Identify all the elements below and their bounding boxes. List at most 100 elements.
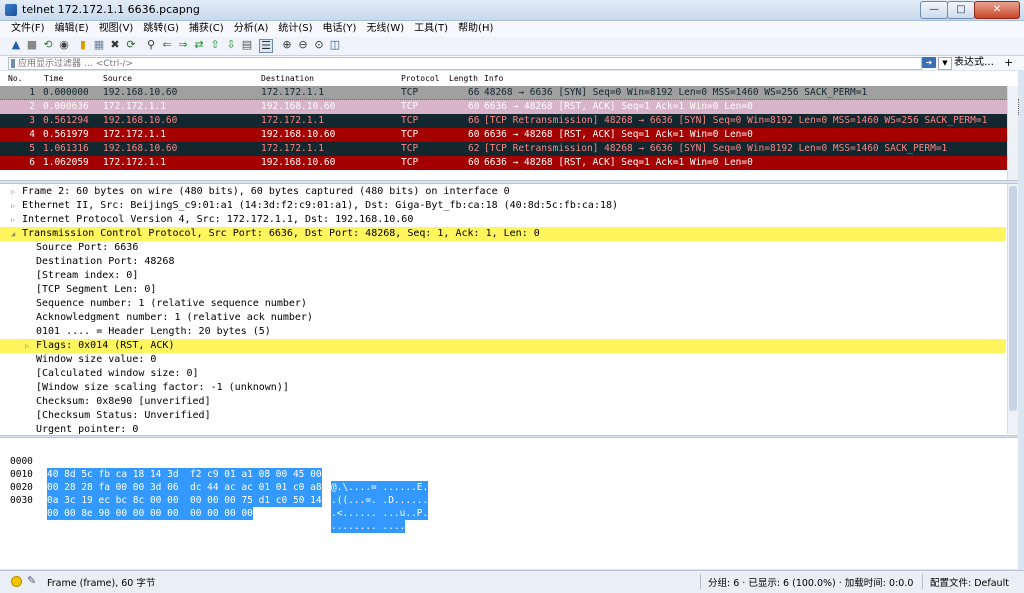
autoscroll-icon[interactable]: ▤ [241, 39, 253, 51]
menu-go[interactable]: 跳转(G) [138, 21, 184, 37]
column-header-destination[interactable]: Destination [261, 71, 314, 86]
menu-view[interactable]: 视图(V) [94, 21, 139, 37]
save-file-icon[interactable]: ▦ [93, 39, 105, 51]
menu-telephony[interactable]: 电话(Y) [318, 21, 362, 37]
minimize-button[interactable]: — [920, 1, 948, 19]
detail-row[interactable]: [Checksum Status: Unverified] [0, 409, 1006, 423]
menu-tools[interactable]: 工具(T) [409, 21, 453, 37]
packet-destination: 192.168.10.60 [261, 101, 336, 112]
go-back-icon[interactable]: ⇐ [161, 39, 173, 51]
detail-row[interactable]: Destination Port: 48268 [0, 255, 1006, 269]
detail-row[interactable]: ▷ Flags: 0x014 (RST, ACK) [0, 339, 1006, 353]
packet-list-scrollbar[interactable] [1007, 86, 1018, 180]
packet-row[interactable]: 2 0.000636 172.172.1.1 192.168.10.60 TCP… [0, 99, 1019, 115]
hex-offset: 0030 [10, 495, 33, 506]
detail-row[interactable]: Source Port: 6636 [0, 241, 1006, 255]
zoom-out-icon[interactable]: ⊖ [297, 39, 309, 51]
first-packet-icon[interactable]: ⇧ [209, 39, 221, 51]
hex-bytes[interactable]: 0a 3c 19 ec bc 8c 00 00 00 00 00 75 d1 c… [47, 494, 322, 507]
go-to-packet-icon[interactable]: ⇄ [193, 39, 205, 51]
menu-help[interactable]: 帮助(H) [453, 21, 498, 37]
capture-options-icon[interactable]: ◉ [58, 39, 70, 51]
detail-text: Frame 2: 60 bytes on wire (480 bits), 60… [22, 186, 510, 197]
close-file-icon[interactable]: ✖ [109, 39, 121, 51]
detail-row[interactable]: [TCP Segment Len: 0] [0, 283, 1006, 297]
expert-info-led-icon[interactable] [11, 576, 22, 587]
column-header-time[interactable]: Time [44, 71, 63, 86]
detail-row[interactable]: [Window size scaling factor: -1 (unknown… [0, 381, 1006, 395]
hex-ascii[interactable]: .((...=. .D...... [331, 494, 429, 507]
filter-expression-button[interactable]: 表达式… [954, 56, 994, 70]
display-filter-input[interactable] [18, 58, 908, 69]
detail-row[interactable]: [Stream index: 0] [0, 269, 1006, 283]
display-filter-bar: ➜ ▼ 表达式… + [0, 56, 1024, 70]
menu-wireless[interactable]: 无线(W) [361, 21, 409, 37]
expander-icon[interactable]: ▷ [25, 339, 29, 353]
expander-icon[interactable]: ▷ [11, 213, 15, 227]
maximize-button[interactable]: □ [947, 1, 975, 19]
hex-row: 0030 00 00 8e 90 00 00 00 00 00 00 00 00… [0, 481, 406, 533]
menu-statistics[interactable]: 统计(S) [273, 21, 317, 37]
reload-file-icon[interactable]: ⟳ [125, 39, 137, 51]
packet-row[interactable]: 1 0.000000 192.168.10.60 172.172.1.1 TCP… [0, 86, 1018, 100]
colorize-icon[interactable]: ☰ [259, 39, 273, 53]
menu-edit[interactable]: 编辑(E) [50, 21, 94, 37]
menu-capture[interactable]: 捕获(C) [184, 21, 229, 37]
hex-ascii[interactable]: ........ .... [331, 520, 406, 533]
hex-row: 0000 40 8d 5c fb ca 18 14 3d f2 c9 01 a1… [0, 442, 429, 494]
detail-row[interactable]: [Calculated window size: 0] [0, 367, 1006, 381]
detail-text: [Calculated window size: 0] [36, 368, 199, 379]
detail-row[interactable]: 0101 .... = Header Length: 20 bytes (5) [0, 325, 1006, 339]
stop-capture-icon[interactable]: ■ [26, 39, 38, 51]
menu-analyze[interactable]: 分析(A) [229, 21, 274, 37]
column-header-length[interactable]: Length [449, 71, 478, 86]
column-header-info[interactable]: Info [484, 71, 503, 86]
packet-row[interactable]: 3 0.561294 192.168.10.60 172.172.1.1 TCP… [0, 114, 1018, 128]
filter-history-chevron-down-icon[interactable]: ▼ [938, 57, 952, 70]
hex-ascii[interactable]: .<...... ...u..P. [331, 507, 429, 520]
open-file-icon[interactable]: ▮ [77, 39, 89, 51]
details-scroll-thumb[interactable] [1009, 186, 1017, 411]
hex-ascii[interactable]: @.\....= ......E. [331, 481, 429, 494]
apply-filter-arrow-icon[interactable]: ➜ [922, 57, 936, 68]
detail-row[interactable]: ◢ Transmission Control Protocol, Src Port… [0, 227, 1006, 241]
detail-row[interactable]: ▷ Ethernet II, Src: BeijingS_c9:01:a1 (14… [0, 199, 1006, 213]
detail-row[interactable]: Window size value: 0 [0, 353, 1006, 367]
packet-no: 3 [29, 115, 35, 126]
packet-row[interactable]: 6 1.062059 172.172.1.1 192.168.10.60 TCP… [0, 156, 1018, 170]
main-toolbar: ▲ ■ ⟲ ◉ ▮ ▦ ✖ ⟳ ⚲ ⇐ ⇒ ⇄ ⇧ ⇩ ▤ ☰ ⊕ ⊖ ⊙ ◫ [0, 37, 1024, 56]
status-profile[interactable]: 配置文件: Default [930, 575, 1009, 589]
hex-bytes[interactable]: 00 00 8e 90 00 00 00 00 00 00 00 00 [47, 507, 253, 520]
packet-row[interactable]: 5 1.061316 192.168.10.60 172.172.1.1 TCP… [0, 142, 1018, 156]
go-forward-icon[interactable]: ⇒ [177, 39, 189, 51]
start-capture-icon[interactable]: ▲ [10, 39, 22, 51]
last-packet-icon[interactable]: ⇩ [225, 39, 237, 51]
resize-columns-icon[interactable]: ◫ [329, 39, 341, 51]
detail-row[interactable]: Urgent pointer: 0 [0, 423, 1006, 437]
edit-comment-pencil-icon[interactable]: ✎ [27, 574, 36, 587]
column-header-source[interactable]: Source [103, 71, 132, 86]
detail-row[interactable]: Acknowledgment number: 1 (relative ack n… [0, 311, 1006, 325]
expander-icon[interactable]: ◢ [11, 227, 15, 241]
detail-row[interactable]: Checksum: 0x8e90 [unverified] [0, 395, 1006, 409]
restart-capture-icon[interactable]: ⟲ [42, 39, 54, 51]
column-header-no[interactable]: No. [8, 71, 22, 86]
menu-file[interactable]: 文件(F) [6, 21, 50, 37]
filter-bookmark-icon[interactable] [11, 59, 15, 68]
details-scrollbar[interactable] [1007, 184, 1018, 434]
hex-bytes[interactable]: 40 8d 5c fb ca 18 14 3d f2 c9 01 a1 08 0… [47, 468, 322, 481]
zoom-normal-icon[interactable]: ⊙ [313, 39, 325, 51]
detail-row[interactable]: ▷ Internet Protocol Version 4, Src: 172.1… [0, 213, 1006, 227]
status-field-info: Frame (frame), 60 字节 [47, 578, 156, 589]
expander-icon[interactable]: ▷ [11, 185, 15, 199]
expander-icon[interactable]: ▷ [11, 199, 15, 213]
hex-bytes[interactable]: 00 28 28 fa 00 00 3d 06 dc 44 ac ac 01 0… [47, 481, 322, 494]
detail-row[interactable]: ▷ Frame 2: 60 bytes on wire (480 bits), 6… [0, 185, 1006, 199]
add-filter-button[interactable]: + [1004, 56, 1013, 70]
close-button[interactable]: ✕ [974, 1, 1020, 19]
packet-row[interactable]: 4 0.561979 172.172.1.1 192.168.10.60 TCP… [0, 128, 1018, 142]
column-header-protocol[interactable]: Protocol [401, 71, 440, 86]
find-packet-icon[interactable]: ⚲ [145, 39, 157, 51]
zoom-in-icon[interactable]: ⊕ [281, 39, 293, 51]
detail-row[interactable]: Sequence number: 1 (relative sequence nu… [0, 297, 1006, 311]
